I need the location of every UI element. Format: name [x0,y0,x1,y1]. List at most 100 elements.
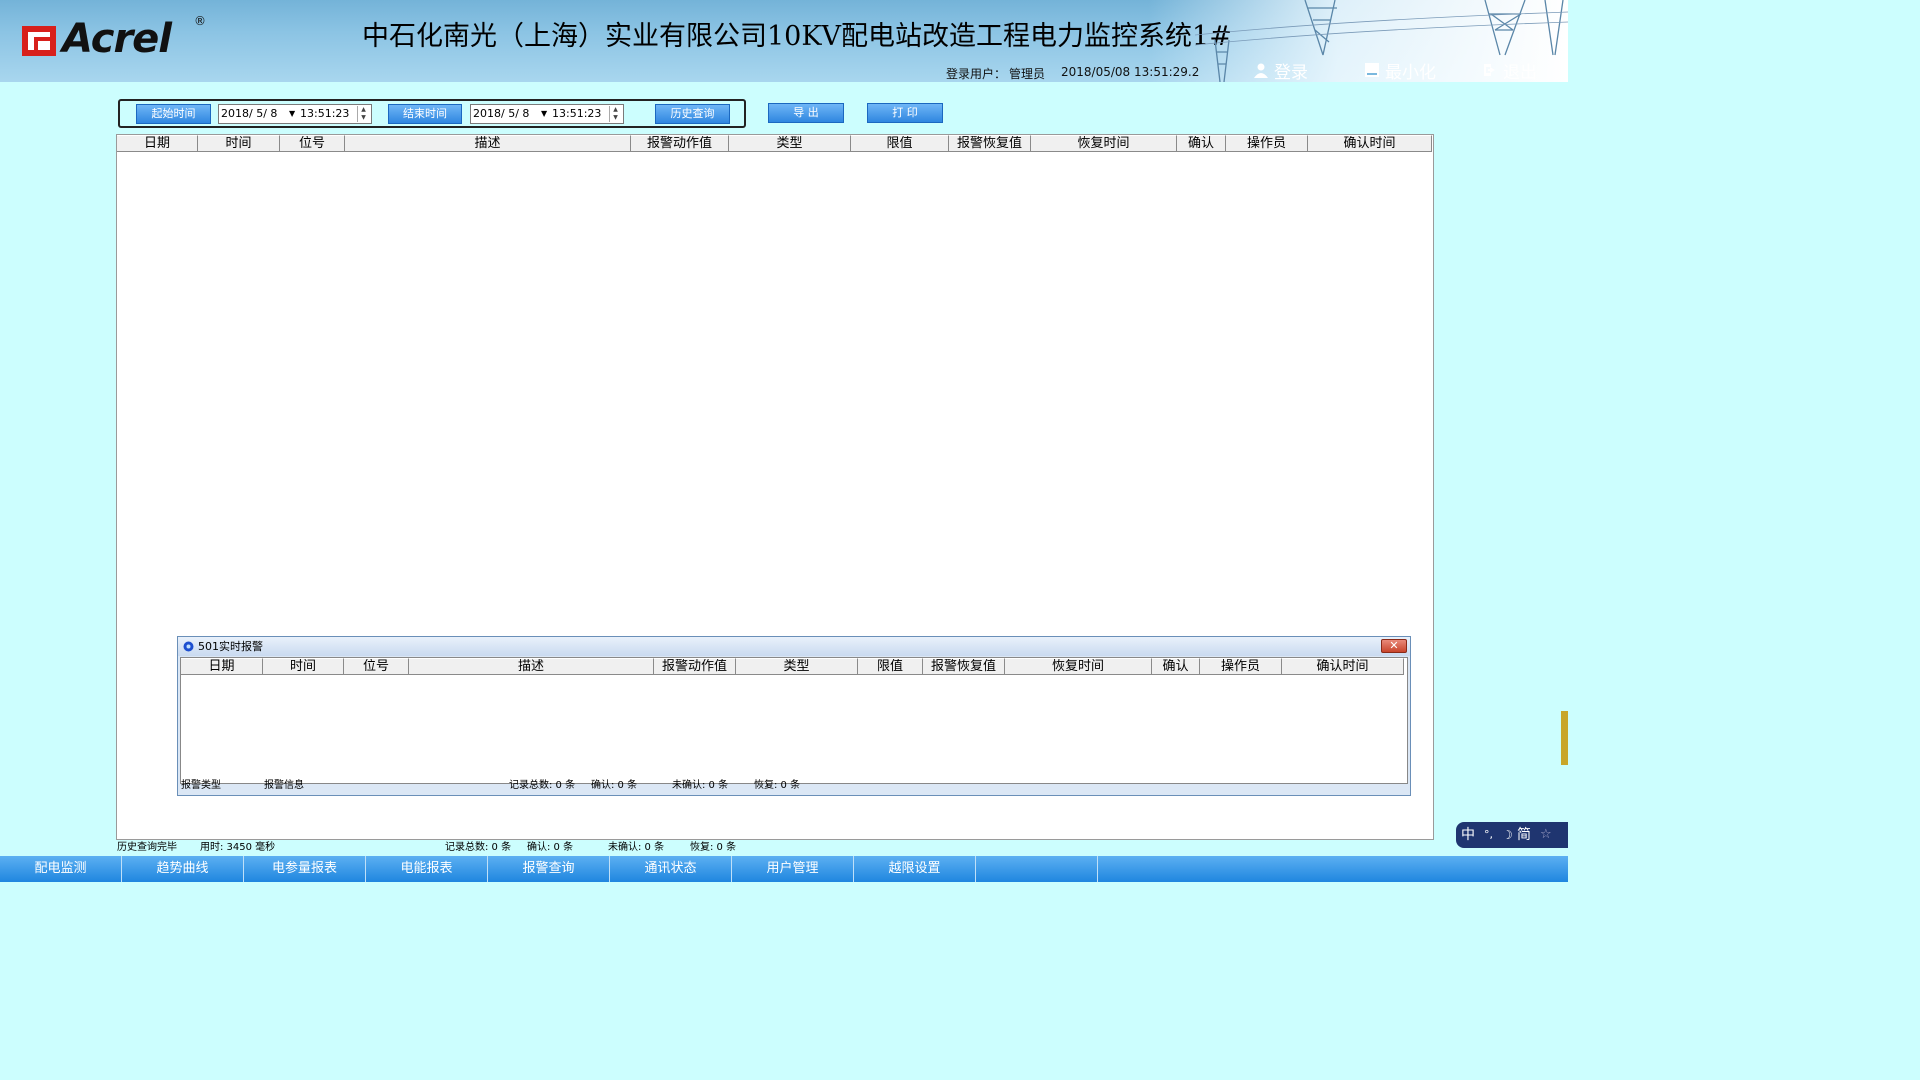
nav-filler [1098,856,1568,882]
status-confirmed: 确认: 0 条 [591,780,638,791]
spin-down-icon[interactable]: ▼ [358,114,369,122]
realtime-alarm-window[interactable]: 501实时报警 ✕ 日期 时间 位号 描述 报警动作值 类型 限值 报警恢复值 … [177,636,1411,796]
column-header-description[interactable]: 描述 [345,135,631,152]
logo-mark-icon [22,26,56,56]
column-header-confirm-time[interactable]: 确认时间 [1308,135,1432,152]
column-header-operator[interactable]: 操作员 [1200,658,1282,675]
status-total: 记录总数: 0 条 [445,842,512,853]
nav-alarm-query[interactable]: 报警查询 [488,856,610,882]
alarm-window-icon [183,641,194,652]
spin-down-icon[interactable]: ▼ [610,114,621,122]
status-unconfirmed: 未确认: 0 条 [672,780,729,791]
login-user-label: 登录用户： [946,67,1007,81]
exit-label: 退出 [1503,62,1537,83]
end-time-value[interactable]: 13:51:23 [552,105,601,123]
column-header-recovery-value[interactable]: 报警恢复值 [949,135,1031,152]
exit-button[interactable]: 退出 [1482,59,1537,83]
minimize-icon [1365,63,1379,77]
column-header-recovery-time[interactable]: 恢复时间 [1031,135,1177,152]
status-elapsed: 用时: 3450 毫秒 [200,842,276,853]
spin-up-icon[interactable]: ▲ [610,106,621,114]
start-datetime-picker[interactable]: 2018/ 5/ 8 ▼ 13:51:23 ▲ ▼ [218,104,372,124]
nav-limit-settings[interactable]: 越限设置 [854,856,976,882]
login-label: 登录 [1274,62,1308,83]
end-time-spinner[interactable]: ▲ ▼ [609,106,621,122]
nav-empty-slot [976,856,1098,882]
ime-toolbar[interactable]: 中 °, ☽ 简 ☆ [1456,822,1568,848]
column-header-limit[interactable]: 限值 [858,658,923,675]
end-datetime-picker[interactable]: 2018/ 5/ 8 ▼ 13:51:23 ▲ ▼ [470,104,624,124]
column-header-time[interactable]: 时间 [263,658,344,675]
ime-punctuation-icon[interactable]: °, [1484,822,1493,848]
status-message: 历史查询完毕 [117,842,177,853]
status-alarm-info: 报警信息 [264,780,304,791]
start-date-value[interactable]: 2018/ 5/ 8 [221,105,277,123]
login-button[interactable]: 登录 [1253,59,1308,83]
column-header-time[interactable]: 时间 [198,135,280,152]
bottom-navigation: 配电监测 趋势曲线 电参量报表 电能报表 报警查询 通讯状态 用户管理 越限设置 [0,856,1568,882]
column-header-tag[interactable]: 位号 [344,658,409,675]
current-time: 13:51:29.2 [1134,65,1200,79]
status-total: 记录总数: 0 条 [509,780,576,791]
status-alarm-type: 报警类型 [181,780,221,791]
ime-star-icon[interactable]: ☆ [1540,822,1552,848]
current-date: 2018/05/08 [1061,65,1131,79]
nav-user-management[interactable]: 用户管理 [732,856,854,882]
table-header: 日期 时间 位号 描述 报警动作值 类型 限值 报警恢复值 恢复时间 确认 操作… [117,135,1432,152]
system-title: 中石化南光（上海）实业有限公司10KV配电站改造工程电力监控系统1# [362,21,1232,52]
column-header-confirm[interactable]: 确认 [1152,658,1200,675]
column-header-confirm-time[interactable]: 确认时间 [1282,658,1404,675]
ime-simplified[interactable]: 简 [1517,822,1531,848]
column-header-alarm-value[interactable]: 报警动作值 [631,135,729,152]
column-header-operator[interactable]: 操作员 [1226,135,1308,152]
export-button[interactable]: 导 出 [768,103,844,123]
column-header-date[interactable]: 日期 [117,135,198,152]
column-header-date[interactable]: 日期 [181,658,263,675]
realtime-alarm-table[interactable]: 日期 时间 位号 描述 报警动作值 类型 限值 报警恢复值 恢复时间 确认 操作… [180,657,1408,784]
print-button[interactable]: 打 印 [867,103,943,123]
column-header-confirm[interactable]: 确认 [1177,135,1226,152]
column-header-description[interactable]: 描述 [409,658,654,675]
minimize-label: 最小化 [1385,62,1436,83]
column-header-recovery-value[interactable]: 报警恢复值 [923,658,1005,675]
minimize-button[interactable]: 最小化 [1364,59,1436,83]
dropdown-arrow-icon[interactable]: ▼ [541,105,547,123]
status-recovered: 恢复: 0 条 [690,842,737,853]
column-header-type[interactable]: 类型 [729,135,851,152]
column-header-alarm-value[interactable]: 报警动作值 [654,658,736,675]
start-time-value[interactable]: 13:51:23 [300,105,349,123]
start-time-spinner[interactable]: ▲ ▼ [357,106,369,122]
column-header-limit[interactable]: 限值 [851,135,949,152]
popup-table-header: 日期 时间 位号 描述 报警动作值 类型 限值 报警恢复值 恢复时间 确认 操作… [181,658,1404,675]
ime-moon-icon[interactable]: ☽ [1502,822,1513,848]
popup-titlebar[interactable]: 501实时报警 ✕ [178,637,1410,656]
close-icon[interactable]: ✕ [1381,639,1407,653]
end-time-button[interactable]: 结束时间 [388,104,462,124]
dropdown-arrow-icon[interactable]: ▼ [289,105,295,123]
main-status-bar: 历史查询完毕 用时: 3450 毫秒 记录总数: 0 条 确认: 0 条 未确认… [116,840,1434,856]
login-user-name: 管理员 [1009,67,1046,81]
status-recovered: 恢复: 0 条 [754,780,801,791]
column-header-recovery-time[interactable]: 恢复时间 [1005,658,1152,675]
header-banner: Acrel ® 中石化南光（上海）实业有限公司10KV配电站改造工程电力监控系统… [0,0,1568,82]
nav-distribution-monitoring[interactable]: 配电监测 [0,856,122,882]
registered-mark: ® [194,14,206,28]
popup-title: 501实时报警 [198,640,263,653]
popup-status-bar: 报警类型 报警信息 记录总数: 0 条 确认: 0 条 未确认: 0 条 恢复:… [178,777,1410,795]
brand-name: Acrel [62,16,172,62]
start-time-button[interactable]: 起始时间 [136,104,211,124]
scrollbar-thumb[interactable] [1561,711,1568,765]
nav-communication-status[interactable]: 通讯状态 [610,856,732,882]
history-query-button[interactable]: 历史查询 [655,104,730,124]
nav-parameter-report[interactable]: 电参量报表 [244,856,366,882]
status-unconfirmed: 未确认: 0 条 [608,842,665,853]
end-date-value[interactable]: 2018/ 5/ 8 [473,105,529,123]
nav-trend-curve[interactable]: 趋势曲线 [122,856,244,882]
nav-energy-report[interactable]: 电能报表 [366,856,488,882]
user-icon [1254,63,1268,78]
column-header-type[interactable]: 类型 [736,658,858,675]
status-confirmed: 确认: 0 条 [527,842,574,853]
ime-language[interactable]: 中 [1461,822,1475,848]
column-header-tag[interactable]: 位号 [280,135,345,152]
spin-up-icon[interactable]: ▲ [358,106,369,114]
